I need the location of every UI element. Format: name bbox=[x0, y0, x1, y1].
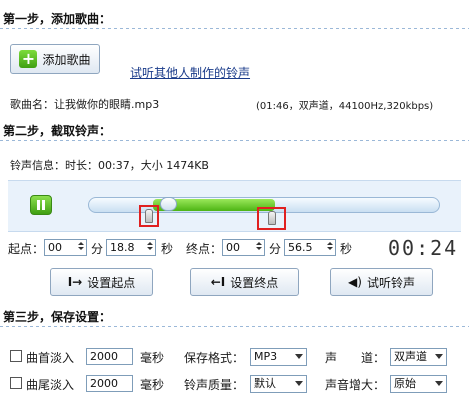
start-label: 起点： bbox=[8, 242, 45, 256]
step1-divider bbox=[0, 28, 469, 29]
end-minute-input[interactable]: 00 bbox=[222, 239, 265, 256]
start-minute-input[interactable]: 00 bbox=[44, 239, 87, 256]
quality-label: 铃声质量： bbox=[184, 378, 245, 392]
start-minute-spinner[interactable] bbox=[77, 241, 85, 254]
listen-others-link[interactable]: 试听其他人制作的铃声 bbox=[130, 64, 250, 81]
set-end-icon: ←I bbox=[210, 275, 226, 289]
end-second-input[interactable]: 56.5 bbox=[284, 239, 336, 256]
fade-in-checkbox[interactable] bbox=[10, 350, 22, 362]
format-select[interactable]: MP3 bbox=[250, 348, 307, 366]
song-name: 歌曲名：让我做你的眼睛.mp3 bbox=[10, 98, 160, 111]
step2-divider bbox=[0, 140, 469, 141]
end-second-spinner[interactable] bbox=[326, 241, 334, 254]
fade-in-label: 曲首淡入 bbox=[26, 351, 75, 365]
fade-out-unit: 毫秒 bbox=[140, 378, 165, 392]
end-minute-spinner[interactable] bbox=[255, 241, 263, 254]
volume-label: 声音增大： bbox=[325, 378, 386, 392]
end-second-unit: 秒 bbox=[340, 242, 353, 256]
song-info: (01:46，双声道，44100Hz,320kbps) bbox=[256, 101, 434, 112]
step3-title: 第三步，保存设置： bbox=[3, 310, 112, 324]
volume-select[interactable]: 原始 bbox=[390, 375, 447, 393]
step3-divider bbox=[0, 326, 469, 327]
add-song-button[interactable]: + 添加歌曲 bbox=[10, 44, 100, 74]
start-second-unit: 秒 bbox=[161, 242, 174, 256]
plus-icon: + bbox=[19, 50, 38, 68]
pause-icon bbox=[37, 200, 40, 210]
elapsed-timer: 00:24 bbox=[388, 236, 459, 260]
step2-title: 第二步，截取铃声： bbox=[3, 124, 112, 138]
chevron-down-icon bbox=[295, 354, 303, 359]
start-second-spinner[interactable] bbox=[146, 241, 154, 254]
fade-in-unit: 毫秒 bbox=[140, 351, 165, 365]
quality-select[interactable]: 默认 bbox=[250, 375, 307, 393]
step1-title: 第一步，添加歌曲： bbox=[3, 12, 112, 26]
add-song-label: 添加歌曲 bbox=[42, 52, 91, 67]
fade-out-label: 曲尾淡入 bbox=[26, 378, 75, 392]
speaker-icon: ◀) bbox=[348, 275, 362, 289]
chevron-down-icon bbox=[435, 381, 443, 386]
end-label: 终点： bbox=[186, 242, 223, 256]
chevron-down-icon bbox=[295, 381, 303, 386]
ringtone-info: 铃声信息：时长：00:37，大小 1474KB bbox=[10, 159, 209, 172]
fade-in-input[interactable]: 2000 bbox=[86, 348, 133, 365]
pause-icon-bar bbox=[42, 200, 45, 210]
play-pause-button[interactable] bbox=[30, 195, 52, 215]
preview-ringtone-button[interactable]: ◀) 试听铃声 bbox=[330, 268, 433, 296]
start-minute-unit: 分 bbox=[91, 242, 104, 256]
playhead-knob[interactable] bbox=[160, 197, 177, 211]
channel-select[interactable]: 双声道 bbox=[390, 348, 447, 366]
format-label: 保存格式： bbox=[184, 351, 245, 365]
end-minute-unit: 分 bbox=[269, 242, 282, 256]
set-end-button[interactable]: ←I 设置终点 bbox=[190, 268, 299, 296]
set-start-button[interactable]: I→ 设置起点 bbox=[50, 268, 153, 296]
set-start-icon: I→ bbox=[67, 275, 83, 289]
start-second-input[interactable]: 18.8 bbox=[106, 239, 156, 256]
fade-out-input[interactable]: 2000 bbox=[86, 375, 133, 392]
fade-out-checkbox[interactable] bbox=[10, 377, 22, 389]
chevron-down-icon bbox=[435, 354, 443, 359]
channel-label: 声 道： bbox=[325, 351, 386, 365]
end-marker-handle[interactable] bbox=[268, 211, 276, 225]
start-marker-handle[interactable] bbox=[145, 209, 153, 223]
